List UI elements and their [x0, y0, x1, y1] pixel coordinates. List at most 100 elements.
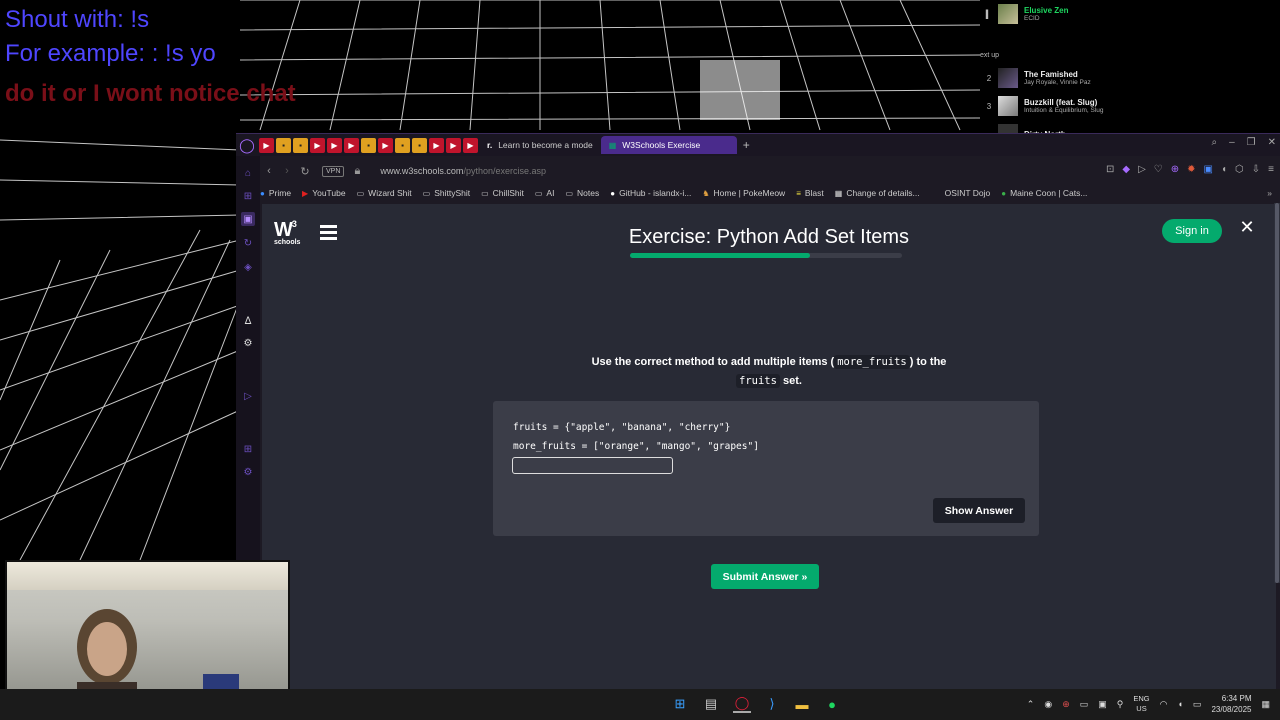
- player-icon[interactable]: ▷: [241, 389, 255, 403]
- folder-tab-icon[interactable]: ▪: [276, 137, 291, 153]
- queue-item[interactable]: 2 The Famished Jay Royale, Vinnie Paz: [980, 68, 1280, 88]
- lock-icon[interactable]: 🔒︎: [348, 165, 366, 178]
- file-explorer-icon[interactable]: ▬: [793, 695, 811, 713]
- youtube-tab-icon[interactable]: ▶: [378, 137, 393, 153]
- opera-gx-icon[interactable]: ◯: [733, 695, 751, 713]
- file-app-icon[interactable]: ▤: [702, 695, 720, 713]
- folder-tab-icon[interactable]: ▪: [412, 137, 427, 153]
- address-bar: ‹ › ↻ VPN 🔒︎ www.w3schools.com/python/ex…: [260, 159, 1280, 183]
- prime-video-icon: ●: [260, 188, 265, 198]
- puzzle-icon[interactable]: ⬡: [1235, 164, 1244, 175]
- discord-icon[interactable]: ◉: [1044, 699, 1052, 710]
- bookmark-folder[interactable]: ▭ AI: [535, 188, 555, 198]
- extensions-icon[interactable]: ⊞: [241, 442, 255, 456]
- bookmark-osint-dojo[interactable]: OSINT Dojo: [945, 188, 991, 198]
- bookmark-icon[interactable]: ⊡: [1106, 164, 1114, 175]
- spotify-icon[interactable]: ●: [823, 695, 841, 713]
- new-tab-plus-icon[interactable]: +: [743, 138, 750, 152]
- youtube-tab-icon[interactable]: ▶: [446, 137, 461, 153]
- bookmark-change-details[interactable]: ▦ Change of details...: [835, 188, 920, 198]
- heart-icon[interactable]: ♡: [1154, 164, 1163, 175]
- extension-icon[interactable]: ▣: [1204, 164, 1213, 175]
- close-icon[interactable]: ✕: [1238, 218, 1256, 236]
- gamepad-icon[interactable]: ⊞: [241, 189, 255, 203]
- app-tray-icon[interactable]: ▭: [1080, 699, 1089, 710]
- notifications-icon[interactable]: ▦: [1261, 699, 1270, 710]
- opera-logo-icon[interactable]: ◯: [236, 134, 258, 156]
- app-tray-icon[interactable]: ▣: [1098, 699, 1107, 710]
- youtube-tab-icon[interactable]: ▶: [259, 137, 274, 153]
- sign-in-button[interactable]: Sign in: [1162, 219, 1222, 243]
- bookmark-blast[interactable]: ≡ Blast: [796, 188, 824, 198]
- album-art: [998, 4, 1018, 24]
- bookmark-label: ShittyShit: [434, 188, 471, 198]
- wifi-icon[interactable]: ◠: [1160, 699, 1168, 710]
- youtube-tab-icon[interactable]: ▶: [429, 137, 444, 153]
- close-window-icon[interactable]: ✕: [1268, 137, 1276, 148]
- answer-input[interactable]: [512, 457, 673, 474]
- play-icon[interactable]: ▷: [1138, 164, 1146, 175]
- bookmark-github[interactable]: ● GitHub - islandx-i...: [610, 188, 691, 198]
- tab-learn[interactable]: r. Learn to become a mode: [479, 136, 601, 154]
- reload-icon[interactable]: ↻: [296, 165, 314, 178]
- folder-tab-icon[interactable]: ▪: [293, 137, 308, 153]
- aria-icon[interactable]: ᐃ: [241, 314, 255, 328]
- bookmark-folder[interactable]: ▭ ShittyShit: [423, 188, 470, 198]
- chatgpt-icon[interactable]: ⚙: [241, 336, 255, 350]
- bookmark-youtube[interactable]: ▶ YouTube: [302, 188, 346, 198]
- vpn-badge[interactable]: VPN: [322, 165, 345, 177]
- volume-icon[interactable]: ◖: [1177, 699, 1182, 709]
- now-playing-row[interactable]: ▍ Elusive Zen ECID: [980, 4, 1280, 24]
- maximize-icon[interactable]: ❐: [1247, 137, 1256, 148]
- battery-icon[interactable]: ▭: [1193, 699, 1202, 710]
- bookmark-label: Notes: [577, 188, 600, 198]
- minimize-icon[interactable]: –: [1229, 137, 1235, 148]
- scrollbar-thumb[interactable]: [1275, 203, 1279, 583]
- clock[interactable]: 6:34 PM 23/08/2025: [1211, 693, 1251, 715]
- microphone-icon[interactable]: ⚲: [1117, 699, 1124, 710]
- reddit-tab-icon: r.: [487, 140, 493, 150]
- bookmark-pokemeow[interactable]: ♞ Home | PokeMeow: [702, 188, 785, 198]
- more-bookmarks-icon[interactable]: »: [1267, 188, 1272, 198]
- settings-icon[interactable]: ⚙: [241, 465, 255, 479]
- chevron-up-icon[interactable]: ⌃: [1027, 699, 1035, 710]
- url-input[interactable]: www.w3schools.com/python/exercise.asp: [380, 166, 546, 176]
- bookmark-prime[interactable]: ● Prime: [260, 188, 291, 198]
- bookmark-label: GitHub - islandx-i...: [619, 188, 692, 198]
- youtube-tab-icon[interactable]: ▶: [310, 137, 325, 153]
- window-controls: ⌕ – ❐ ✕: [1211, 137, 1276, 148]
- gamepad-icon[interactable]: ⊕: [1171, 164, 1179, 175]
- home-icon[interactable]: ⌂: [241, 166, 255, 180]
- language-indicator[interactable]: ENG US: [1133, 694, 1149, 714]
- vscode-icon[interactable]: ⟩: [763, 695, 781, 713]
- page-scrollbar[interactable]: [1274, 203, 1280, 583]
- search-tabs-icon[interactable]: ⌕: [1211, 137, 1217, 148]
- windows-start-icon[interactable]: ⊞: [671, 695, 689, 713]
- twitch-icon[interactable]: ▣: [241, 212, 255, 226]
- forward-icon[interactable]: ›: [278, 165, 296, 177]
- shield-icon[interactable]: ◆: [1122, 164, 1130, 175]
- next-up-label: ext up: [980, 52, 1000, 59]
- show-answer-button[interactable]: Show Answer: [933, 498, 1025, 523]
- messenger-icon[interactable]: ◈: [241, 260, 255, 274]
- youtube-tab-icon[interactable]: ▶: [344, 137, 359, 153]
- back-icon[interactable]: ‹: [260, 165, 278, 177]
- speaker-icon[interactable]: ◖: [1221, 164, 1227, 175]
- history-icon[interactable]: ↻: [241, 236, 255, 250]
- youtube-tab-icon[interactable]: ▶: [327, 137, 342, 153]
- youtube-tab-icon[interactable]: ▶: [463, 137, 478, 153]
- app-tray-icon[interactable]: ⊕: [1062, 699, 1070, 710]
- bookmark-folder[interactable]: ▭ Wizard Shit: [357, 188, 412, 198]
- bookmark-folder[interactable]: ▭ ChillShit: [481, 188, 524, 198]
- bookmark-maine-coon[interactable]: ● Maine Coon | Cats...: [1001, 188, 1087, 198]
- download-icon[interactable]: ⇩: [1252, 164, 1260, 175]
- bookmark-folder[interactable]: ▭ Notes: [565, 188, 599, 198]
- folder-tab-icon[interactable]: ▪: [395, 137, 410, 153]
- folder-tab-icon[interactable]: ▪: [361, 137, 376, 153]
- queue-item[interactable]: 3 Buzzkill (feat. Slug) Intuition & Equi…: [980, 96, 1280, 116]
- folder-icon: ▭: [534, 188, 543, 198]
- submit-answer-button[interactable]: Submit Answer »: [711, 564, 819, 589]
- tab-w3schools-exercise[interactable]: ▦ W3Schools Exercise: [600, 136, 737, 154]
- menu-icon[interactable]: ≡: [1268, 164, 1274, 175]
- extension-icon[interactable]: ✹: [1187, 164, 1195, 175]
